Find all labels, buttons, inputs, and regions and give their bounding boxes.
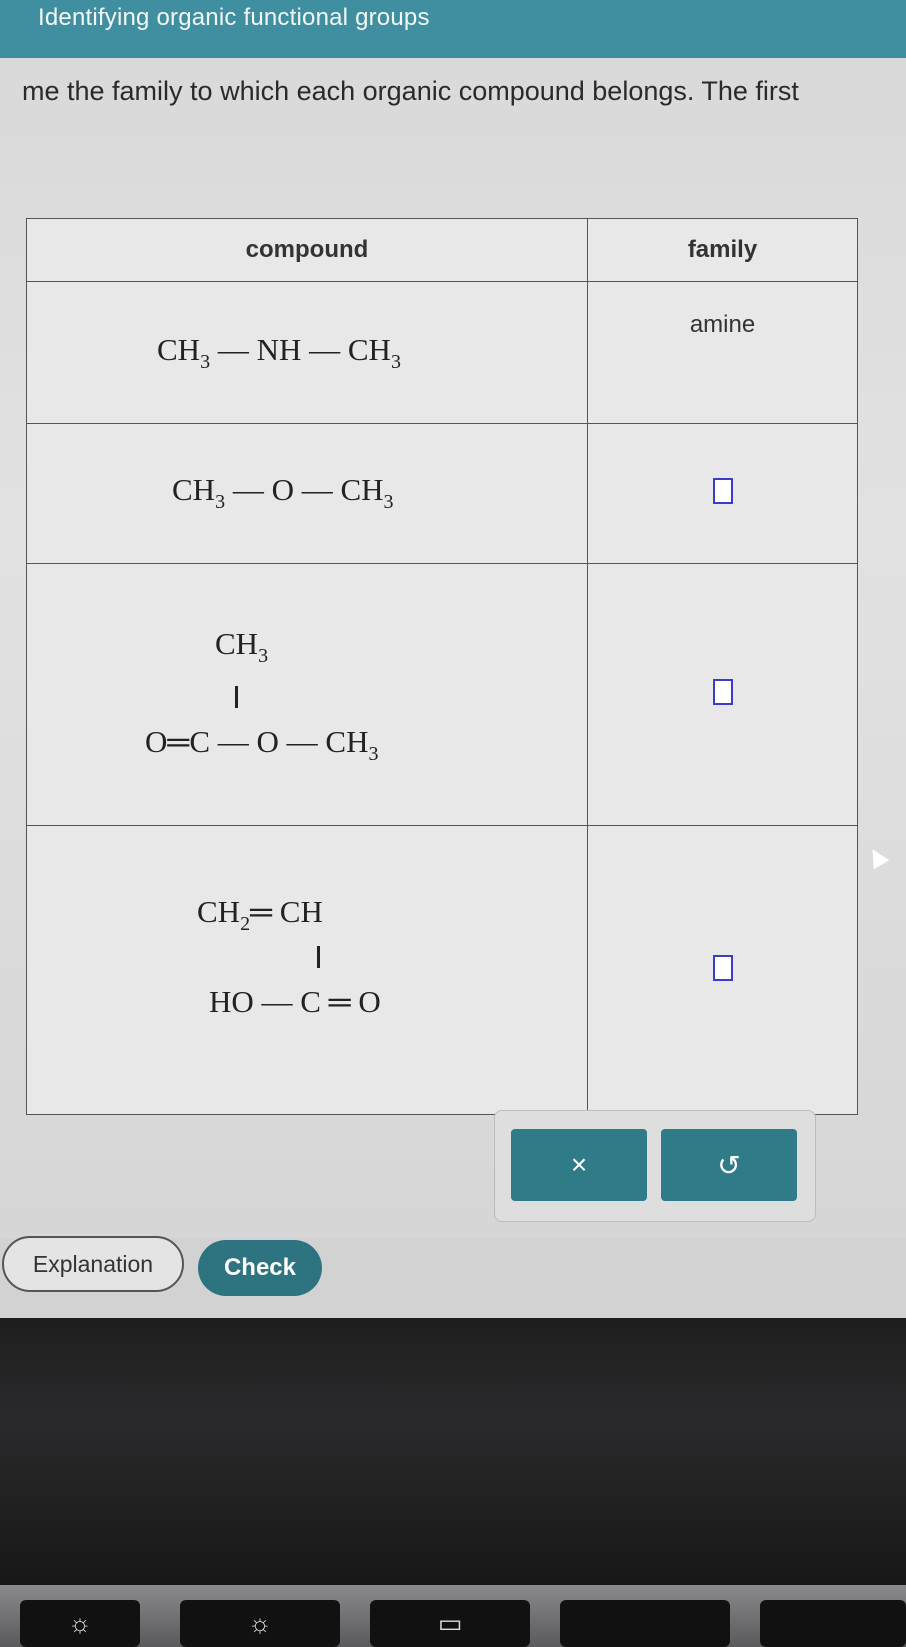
column-header-family: family [587, 218, 858, 282]
formula-dimethylamine: CH3 — NH — CH3 [157, 332, 401, 373]
brightness-icon: ☼ [248, 1608, 272, 1638]
key-brightness-up: ☼ [180, 1600, 340, 1647]
explanation-button[interactable]: Explanation [2, 1236, 184, 1292]
formula-methyl-acetate: O═C — O — CH3 [145, 724, 379, 765]
page-title: Identifying organic functional groups [38, 4, 430, 31]
family-answer-box[interactable] [712, 679, 733, 705]
undo-button[interactable]: ↺ [661, 1129, 797, 1201]
family-answer-box[interactable] [712, 954, 733, 981]
key-mission-control: ▭ [370, 1600, 530, 1647]
key-f5 [760, 1600, 906, 1647]
formula-dimethyl-ether: CH3 — O — CH3 [172, 472, 394, 513]
table-row: CH2═ CH HO — C ═ O [26, 825, 858, 1115]
formula-acrylic-acid: HO — C ═ O [209, 984, 381, 1019]
family-cell [587, 825, 858, 1115]
formula-top-group: CH3 [215, 626, 269, 667]
compound-cell: CH2═ CH HO — C ═ O [26, 825, 588, 1115]
header-bar: Identifying organic functional groups [0, 0, 906, 58]
single-bond-line [235, 686, 238, 708]
formula-top-group: CH2═ CH [197, 894, 323, 935]
compound-cell: CH3 — NH — CH3 [26, 281, 588, 424]
compound-cell: CH3 O═C — O — CH3 [26, 563, 588, 826]
family-value: amine [689, 310, 756, 338]
close-icon: × [570, 1149, 588, 1180]
instruction-text: me the family to which each organic comp… [22, 76, 799, 106]
table-row: CH3 — NH — CH3 amine [26, 281, 858, 424]
compound-cell: CH3 — O — CH3 [26, 423, 588, 564]
family-cell [587, 423, 858, 564]
table-row: CH3 — O — CH3 [26, 423, 858, 564]
check-button[interactable]: Check [198, 1240, 322, 1296]
family-answer-box[interactable] [712, 478, 733, 504]
family-cell: amine [587, 281, 858, 424]
answer-tools-panel: × ↺ [494, 1110, 816, 1222]
key-f4 [560, 1600, 730, 1647]
clear-button[interactable]: × [511, 1129, 647, 1201]
single-bond-line [317, 946, 320, 968]
column-header-compound: compound [26, 218, 588, 282]
compound-family-table: compound family CH3 — NH — CH3 amine CH3… [26, 218, 858, 1115]
family-cell [587, 563, 858, 826]
undo-icon: ↺ [717, 1149, 741, 1181]
window-icon: ▭ [437, 1608, 463, 1638]
table-row: CH3 O═C — O — CH3 [26, 563, 858, 826]
brightness-icon: ☼ [68, 1608, 92, 1638]
key-brightness-down: ☼ [20, 1600, 140, 1647]
